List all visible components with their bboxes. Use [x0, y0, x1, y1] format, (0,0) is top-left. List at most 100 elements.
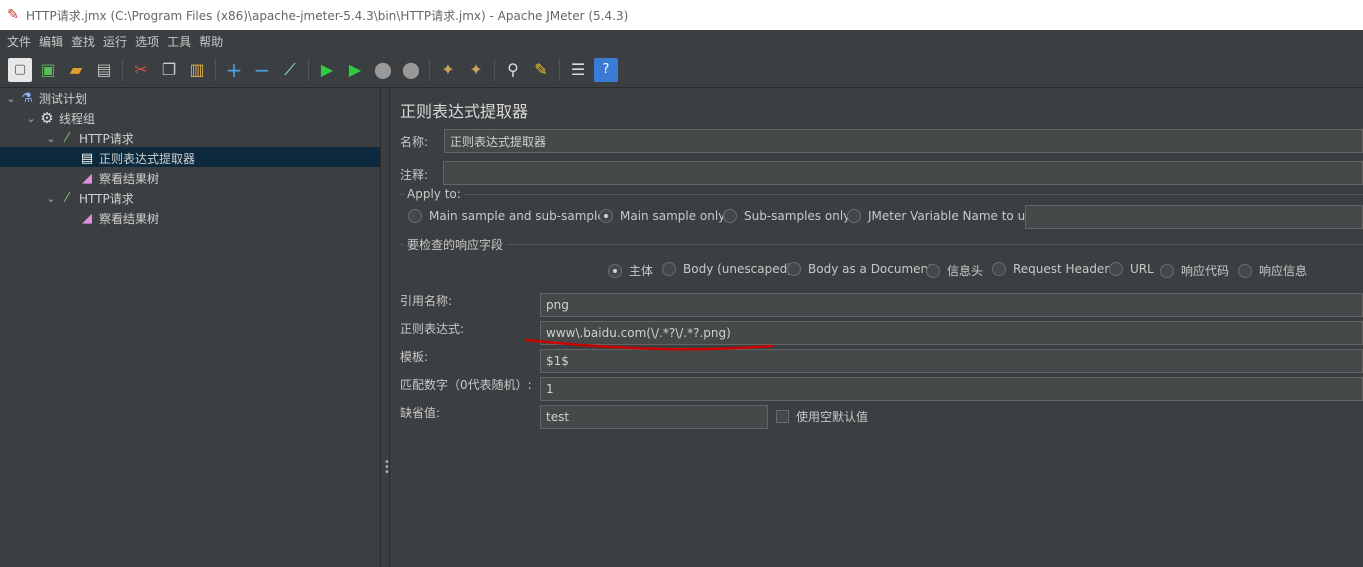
menu-help[interactable]: 帮助	[196, 33, 226, 50]
help-icon[interactable]: ?	[594, 57, 618, 82]
radio-response-message[interactable]: 响应信息	[1238, 262, 1307, 279]
radio-main-and-sub[interactable]: Main sample and sub-samples	[408, 209, 611, 223]
use-empty-default-checkbox[interactable]: 使用空默认值	[776, 408, 868, 425]
match-no-label: 匹配数字（0代表随机）:	[400, 378, 532, 392]
radio-dot[interactable]	[608, 263, 622, 278]
checkbox-box[interactable]	[776, 410, 789, 423]
radio-response-code[interactable]: 响应代码	[1160, 262, 1229, 279]
radio-dot[interactable]	[1109, 262, 1123, 276]
tree-item-thread-group[interactable]: ⌄ ⚙ 线程组	[24, 108, 95, 128]
stop-icon[interactable]: ⬤	[371, 58, 395, 82]
apply-to-legend: Apply to:	[404, 187, 464, 201]
tree-item-view-results-tree[interactable]: ◢ 察看结果树	[64, 208, 159, 228]
document-icon: ▤	[80, 150, 94, 166]
search-icon[interactable]: ⚲	[501, 58, 525, 82]
jmeter-variable-input[interactable]	[1025, 205, 1363, 229]
menu-edit[interactable]: 编辑	[36, 33, 66, 50]
radio-dot[interactable]	[662, 262, 676, 276]
radio-request-headers[interactable]: Request Headers	[992, 262, 1116, 276]
radio-headers[interactable]: 信息头	[926, 262, 983, 279]
tree-item-label: HTTP请求	[79, 191, 134, 206]
radio-dot[interactable]	[787, 262, 801, 276]
function-helper-icon[interactable]: ☰	[566, 58, 590, 82]
menu-file[interactable]: 文件	[4, 33, 34, 50]
radio-label: JMeter Variable Name to use	[868, 209, 1039, 223]
toggle-icon[interactable]: ⟋	[278, 58, 302, 82]
shutdown-icon[interactable]: ⬤	[399, 58, 423, 82]
radio-label: Sub-samples only	[744, 209, 851, 223]
radio-dot[interactable]	[926, 263, 940, 278]
ref-name-label: 引用名称:	[400, 294, 453, 308]
tree-item-http-request[interactable]: ⌄ ⁄ HTTP请求	[44, 188, 134, 208]
clear-all-icon[interactable]: ✦	[464, 58, 488, 82]
match-no-input[interactable]: 1	[540, 377, 1363, 401]
expand-icon[interactable]: +	[222, 58, 246, 82]
radio-label: 信息头	[947, 264, 984, 278]
start-icon[interactable]: ▶	[315, 58, 339, 82]
red-underline-annotation	[524, 338, 774, 351]
collapse-icon[interactable]: −	[250, 58, 274, 82]
radio-dot[interactable]	[1238, 263, 1252, 278]
toolbar: ▢ ▣ ▰ ▤ ✂ ❐ ▥ + − ⟋ ▶ ▶ ⬤ ⬤ ✦ ✦ ⚲ ✎ ☰ ?	[0, 52, 1363, 88]
chart-icon: ◢	[82, 210, 92, 226]
menu-run[interactable]: 运行	[100, 33, 130, 50]
radio-body[interactable]: 主体	[608, 262, 653, 279]
radio-url[interactable]: URL	[1109, 262, 1154, 276]
window-title: HTTP请求.jmx (C:\Program Files (x86)\apach…	[26, 8, 629, 23]
tree-item-label: 察看结果树	[99, 211, 160, 226]
radio-sub-only[interactable]: Sub-samples only	[723, 209, 850, 223]
radio-main-only[interactable]: Main sample only	[599, 209, 725, 223]
ref-name-input[interactable]: png	[540, 293, 1363, 317]
chevron-down-icon[interactable]: ⌄	[24, 112, 38, 125]
tree-item-http-request[interactable]: ⌄ ⁄ HTTP请求	[44, 128, 133, 148]
chevron-down-icon[interactable]: ⌄	[4, 92, 18, 105]
toolbar-separator	[429, 58, 430, 81]
radio-label: Main sample and sub-samples	[429, 209, 611, 223]
pipette-icon: ⁄	[65, 190, 69, 206]
comment-input[interactable]	[443, 161, 1363, 185]
radio-dot[interactable]	[1160, 263, 1174, 278]
reset-search-icon[interactable]: ✎	[529, 58, 553, 82]
menu-tools[interactable]: 工具	[164, 33, 194, 50]
radio-label: 主体	[629, 264, 654, 278]
tree-item-label: 测试计划	[39, 91, 88, 106]
clear-icon[interactable]: ✦	[436, 58, 460, 82]
jmeter-feather-icon: ✎	[7, 7, 19, 23]
paste-icon[interactable]: ▥	[185, 58, 209, 82]
radio-body-as-document[interactable]: Body as a Document	[787, 262, 933, 276]
templates-icon[interactable]: ▣	[36, 58, 60, 82]
radio-jmeter-variable[interactable]: JMeter Variable Name to use	[847, 209, 1039, 223]
toolbar-separator	[215, 58, 216, 81]
cut-icon[interactable]: ✂	[129, 58, 153, 82]
name-label: 名称:	[400, 135, 429, 149]
split-pane-divider[interactable]: • • •	[381, 88, 390, 567]
open-icon[interactable]: ▰	[64, 58, 88, 82]
tree-item-regex-extractor[interactable]: ▤ 正则表达式提取器	[64, 148, 195, 168]
tree-item-view-results-tree[interactable]: ◢ 察看结果树	[64, 168, 159, 188]
flask-icon: ⚗	[21, 90, 33, 106]
new-icon[interactable]: ▢	[8, 57, 32, 82]
radio-dot[interactable]	[723, 209, 737, 223]
pipette-icon: ⁄	[65, 130, 69, 146]
menu-bar: 文件 编辑 查找 运行 选项 工具 帮助	[0, 30, 1363, 52]
chevron-down-icon[interactable]: ⌄	[44, 132, 58, 145]
tree-item-label: 察看结果树	[99, 171, 160, 186]
menu-options[interactable]: 选项	[132, 33, 162, 50]
regex-label: 正则表达式:	[400, 322, 465, 336]
default-value-input[interactable]: test	[540, 405, 768, 429]
radio-body-unescaped[interactable]: Body (unescaped)	[662, 262, 792, 276]
radio-dot[interactable]	[847, 209, 861, 223]
radio-label: Request Headers	[1013, 262, 1116, 276]
radio-dot[interactable]	[408, 209, 422, 223]
radio-dot[interactable]	[599, 209, 613, 223]
field-to-check-legend: 要检查的响应字段	[404, 236, 507, 253]
chevron-down-icon[interactable]: ⌄	[44, 192, 58, 205]
start-no-pause-icon[interactable]: ▶	[343, 58, 367, 82]
tree-item-test-plan[interactable]: ⌄ ⚗ 测试计划	[4, 88, 87, 108]
name-input[interactable]: 正则表达式提取器	[444, 129, 1363, 153]
save-icon[interactable]: ▤	[92, 58, 116, 82]
template-label: 模板:	[400, 350, 429, 364]
menu-search[interactable]: 查找	[68, 33, 98, 50]
copy-icon[interactable]: ❐	[157, 58, 181, 82]
radio-dot[interactable]	[992, 262, 1006, 276]
